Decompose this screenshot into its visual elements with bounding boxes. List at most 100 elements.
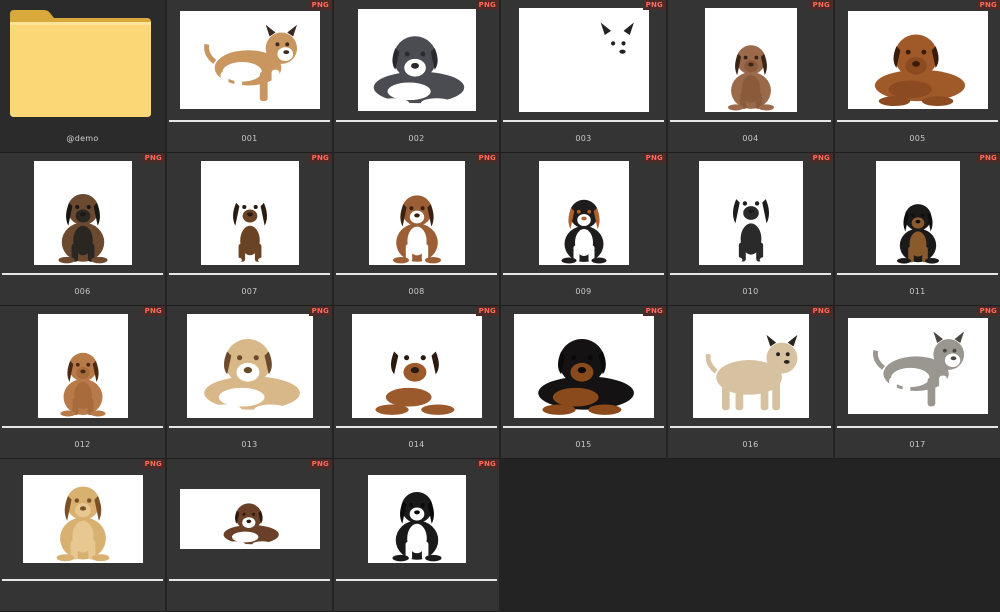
tile-divider [670, 120, 831, 122]
thumbnail-tile[interactable]: PNG 003 [501, 0, 666, 153]
tile-divider [503, 273, 664, 275]
thumbnail-tile[interactable]: PNG [167, 459, 332, 612]
thumbnail-tile[interactable]: PNG 013 [167, 306, 332, 459]
french-bulldog-photo [698, 161, 803, 265]
thumbnail-tile[interactable]: PNG 015 [501, 306, 666, 459]
file-type-badge: PNG [141, 459, 165, 469]
staffordshire-terrier-photo [186, 314, 313, 418]
file-type-badge: PNG [308, 306, 332, 316]
file-name: 001 [241, 134, 258, 143]
file-name: 003 [575, 134, 592, 143]
file-type-badge: PNG [809, 153, 833, 163]
tile-divider [336, 579, 497, 581]
thumbnail-tile[interactable]: PNG [334, 459, 499, 612]
file-name: 012 [74, 440, 91, 449]
thumbnail-area [167, 153, 332, 273]
tile-divider [169, 426, 330, 428]
file-type-badge: PNG [809, 0, 833, 10]
thumbnail-area [501, 0, 666, 120]
thumbnail-area [0, 306, 165, 426]
thumbnail-area [668, 0, 833, 120]
thumbnail-tile[interactable]: PNG 014 [334, 306, 499, 459]
thumbnail-tile[interactable]: PNG 002 [334, 0, 499, 153]
beagle-photo [351, 314, 482, 418]
thumbnail-area [668, 153, 833, 273]
thumbnail-area [0, 459, 165, 579]
file-type-badge: PNG [141, 306, 165, 316]
tile-divider [336, 120, 497, 122]
tile-divider [169, 120, 330, 122]
thumbnail-area [835, 0, 1000, 120]
thumbnail-area [334, 306, 499, 426]
thumbnail-grid: @demo PNG 001 PNG 002 PNG 003 PNG 004 PNG 005 PNG 0… [0, 0, 1000, 612]
tile-divider [2, 426, 163, 428]
thumbnail-tile[interactable]: PNG 001 [167, 0, 332, 153]
tile-divider [336, 273, 497, 275]
thumbnail-tile[interactable]: PNG [0, 459, 165, 612]
file-type-badge: PNG [809, 306, 833, 316]
file-type-badge: PNG [141, 153, 165, 163]
thumbnail-tile[interactable]: PNG 017 [835, 306, 1000, 459]
pit-bull-puppy-photo [357, 9, 476, 111]
thumbnail-area [0, 153, 165, 273]
file-type-badge: PNG [308, 153, 332, 163]
shar-pei-photo [704, 8, 797, 112]
file-name: 006 [74, 287, 91, 296]
thumbnail-area [835, 153, 1000, 273]
file-name: 004 [742, 134, 759, 143]
pug-photo [692, 314, 809, 418]
tile-divider [169, 273, 330, 275]
dalmatian-photo [518, 8, 649, 112]
thumbnail-tile[interactable]: PNG 011 [835, 153, 1000, 306]
thumbnail-area [167, 459, 332, 579]
thumbnail-area [668, 306, 833, 426]
thumbnail-area [167, 0, 332, 120]
file-name: 015 [575, 440, 592, 449]
file-name: 007 [241, 287, 258, 296]
tile-divider [2, 579, 163, 581]
tile-divider [837, 426, 998, 428]
file-name: 016 [742, 440, 759, 449]
file-type-badge: PNG [308, 459, 332, 469]
tile-divider [503, 426, 664, 428]
file-type-badge: PNG [475, 459, 499, 469]
file-name: 013 [241, 440, 258, 449]
file-type-badge: PNG [475, 153, 499, 163]
thumbnail-area [501, 306, 666, 426]
folder-icon [10, 10, 151, 117]
file-name: 011 [909, 287, 926, 296]
dogue-de-bordeaux-photo [847, 11, 988, 109]
file-name: 009 [575, 287, 592, 296]
folder-name: @demo [66, 134, 99, 143]
thumbnail-tile[interactable]: PNG 009 [501, 153, 666, 306]
file-name: 017 [909, 440, 926, 449]
file-type-badge: PNG [976, 0, 1000, 10]
cocker-spaniel-photo [37, 314, 128, 418]
file-type-badge: PNG [976, 306, 1000, 316]
german-shepherd-puppy-photo [875, 161, 960, 265]
thumbnail-tile[interactable]: PNG 006 [0, 153, 165, 306]
border-collie-photo [179, 489, 320, 549]
yorkshire-terrier-photo [33, 161, 132, 265]
thumbnail-tile[interactable]: PNG 008 [334, 153, 499, 306]
tile-divider [503, 120, 664, 122]
file-name: 002 [408, 134, 425, 143]
tile-divider [2, 273, 163, 275]
thumbnail-tile[interactable]: PNG 012 [0, 306, 165, 459]
folder-tile[interactable]: @demo [0, 0, 165, 153]
thumbnail-tile[interactable]: PNG 005 [835, 0, 1000, 153]
tile-divider [336, 426, 497, 428]
file-type-badge: PNG [475, 0, 499, 10]
file-name: 014 [408, 440, 425, 449]
file-type-badge: PNG [475, 306, 499, 316]
file-name: 005 [909, 134, 926, 143]
thumbnail-tile[interactable]: PNG 010 [668, 153, 833, 306]
thumbnail-tile[interactable]: PNG 004 [668, 0, 833, 153]
australian-shepherd-photo [368, 161, 465, 265]
thumbnail-area [167, 306, 332, 426]
thumbnail-tile[interactable]: PNG 016 [668, 306, 833, 459]
thumbnail-area [334, 153, 499, 273]
file-type-badge: PNG [642, 153, 666, 163]
rottweiler-puppy-photo [513, 314, 654, 418]
thumbnail-tile[interactable]: PNG 007 [167, 153, 332, 306]
